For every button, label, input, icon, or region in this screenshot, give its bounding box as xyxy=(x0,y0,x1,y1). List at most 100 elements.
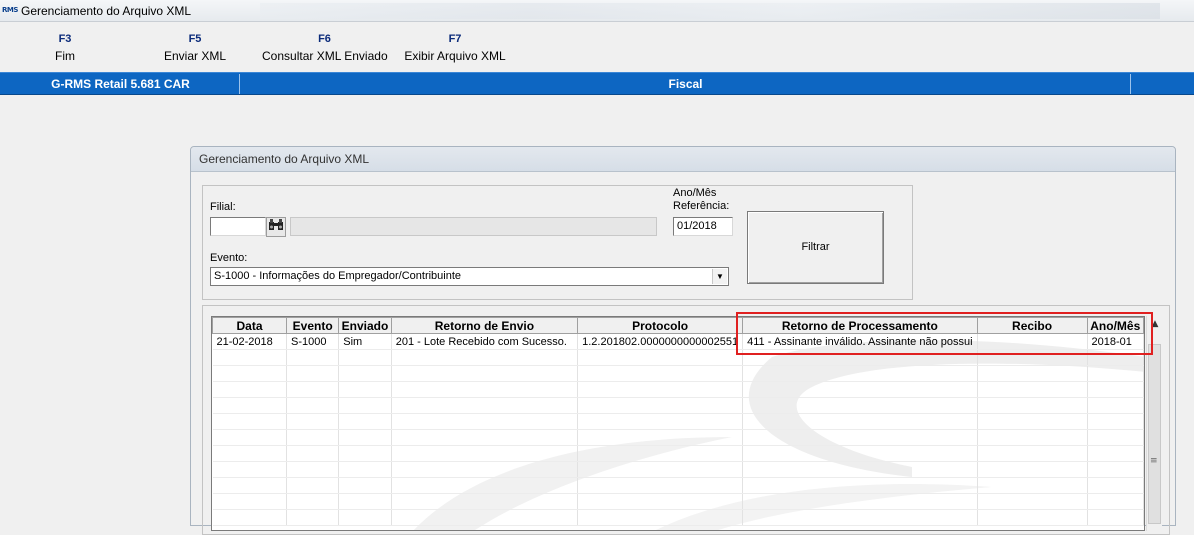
empty-cell xyxy=(577,381,744,398)
empty-cell xyxy=(977,429,1088,446)
empty-cell xyxy=(977,365,1088,382)
empty-cell xyxy=(977,477,1088,494)
empty-cell xyxy=(286,477,340,494)
results-table: Data Evento Enviado Retorno de Envio Pro… xyxy=(212,317,1144,526)
empty-cell xyxy=(577,397,744,414)
fkey-label: Fim xyxy=(55,49,75,63)
empty-cell xyxy=(212,413,288,430)
empty-cell xyxy=(391,509,579,526)
empty-cell xyxy=(338,365,392,382)
xml-management-window: Gerenciamento do Arquivo XML Filial: Ano… xyxy=(190,146,1176,535)
column-header[interactable]: Retorno de Envio xyxy=(390,317,579,334)
cell-protocolo: 1.2.201802.0000000000002551 xyxy=(577,333,744,350)
fkey-enviar-xml-button[interactable]: F5 Enviar XML xyxy=(160,31,230,65)
filial-description-field xyxy=(290,217,657,236)
empty-table-row[interactable] xyxy=(212,477,1144,494)
empty-cell xyxy=(286,413,340,430)
cell-recibo xyxy=(977,333,1088,350)
column-header[interactable]: Data xyxy=(212,317,288,334)
column-header[interactable]: Ano/Mês xyxy=(1086,317,1144,334)
empty-cell xyxy=(391,381,579,398)
empty-cell xyxy=(286,509,340,526)
empty-cell xyxy=(577,493,744,510)
fkey-label: Consultar XML Enviado xyxy=(262,49,388,63)
empty-table-row[interactable] xyxy=(212,461,1144,478)
empty-cell xyxy=(977,349,1088,366)
scrollbar-thumb[interactable] xyxy=(1148,344,1161,524)
cell-retorno-envio: 201 - Lote Recebido com Sucesso. xyxy=(391,333,579,350)
empty-cell xyxy=(286,349,340,366)
empty-cell xyxy=(391,397,579,414)
empty-cell xyxy=(577,365,744,382)
empty-cell xyxy=(286,365,340,382)
empty-cell xyxy=(1087,493,1144,510)
empty-table-row[interactable] xyxy=(212,397,1144,414)
empty-cell xyxy=(391,429,579,446)
results-group: Data Evento Enviado Retorno de Envio Pro… xyxy=(202,305,1170,535)
empty-cell xyxy=(1087,509,1144,526)
cell-retorno-processamento: 411 - Assinante inválido. Assinante não … xyxy=(742,333,978,350)
referencia-label: Referência: xyxy=(673,200,730,212)
empty-cell xyxy=(286,445,340,462)
empty-table-row[interactable] xyxy=(212,349,1144,366)
evento-select[interactable]: S-1000 - Informações do Empregador/Contr… xyxy=(210,267,729,286)
empty-table-row[interactable] xyxy=(212,509,1144,526)
empty-cell xyxy=(338,349,392,366)
fkey-consultar-xml-button[interactable]: F6 Consultar XML Enviado xyxy=(262,31,388,65)
empty-cell xyxy=(577,349,744,366)
empty-cell xyxy=(212,365,288,382)
empty-cell xyxy=(391,349,579,366)
scrollbar-grip-icon: ≡ xyxy=(1150,456,1158,466)
empty-table-row[interactable] xyxy=(212,413,1144,430)
empty-table-row[interactable] xyxy=(212,429,1144,446)
empty-cell xyxy=(212,477,288,494)
empty-table-row[interactable] xyxy=(212,445,1144,462)
filtrar-button[interactable]: Filtrar xyxy=(747,211,884,284)
empty-cell xyxy=(977,445,1088,462)
title-bar: RMS Gerenciamento do Arquivo XML xyxy=(0,0,1194,22)
cell-evento: S-1000 xyxy=(286,333,340,350)
empty-cell xyxy=(977,509,1088,526)
module-name: Fiscal xyxy=(241,74,1131,94)
window-title: Gerenciamento do Arquivo XML xyxy=(21,4,192,18)
empty-cell xyxy=(286,493,340,510)
table-row[interactable]: 21-02-2018 S-1000 Sim 201 - Lote Recebid… xyxy=(212,333,1144,350)
empty-table-row[interactable] xyxy=(212,381,1144,398)
search-binoculars-icon[interactable] xyxy=(266,217,286,237)
fkey-code: F7 xyxy=(448,33,462,45)
fkey-label: Enviar XML xyxy=(163,49,227,63)
chevron-down-icon[interactable]: ▼ xyxy=(712,269,727,284)
scroll-up-arrow-icon[interactable]: ▲ xyxy=(1147,316,1163,332)
empty-cell xyxy=(1087,349,1144,366)
empty-table-row[interactable] xyxy=(212,493,1144,510)
results-grid[interactable]: Data Evento Enviado Retorno de Envio Pro… xyxy=(211,316,1145,531)
column-header[interactable]: Recibo xyxy=(976,317,1088,334)
ano-mes-input[interactable]: 01/2018 xyxy=(673,217,733,236)
column-header[interactable]: Enviado xyxy=(338,317,392,334)
empty-cell xyxy=(338,477,392,494)
empty-cell xyxy=(742,413,978,430)
empty-cell xyxy=(1087,365,1144,382)
window-title-bar: Gerenciamento do Arquivo XML xyxy=(191,147,1175,172)
empty-table-row[interactable] xyxy=(212,365,1144,382)
empty-cell xyxy=(577,413,744,430)
filial-label: Filial: xyxy=(210,201,236,213)
empty-cell xyxy=(338,461,392,478)
column-header[interactable]: Retorno de Processamento xyxy=(742,317,978,334)
empty-cell xyxy=(577,445,744,462)
filial-input[interactable] xyxy=(210,217,266,236)
table-header-row: Data Evento Enviado Retorno de Envio Pro… xyxy=(212,317,1144,334)
empty-cell xyxy=(391,477,579,494)
fkey-fim-button[interactable]: F3 Fim xyxy=(40,31,90,65)
empty-cell xyxy=(212,461,288,478)
column-header[interactable]: Evento xyxy=(286,317,340,334)
empty-cell xyxy=(391,445,579,462)
fkey-code: F3 xyxy=(58,33,72,45)
empty-cell xyxy=(742,397,978,414)
info-bar: G-RMS Retail 5.681 CAR Fiscal xyxy=(0,72,1194,95)
vertical-scrollbar[interactable]: ▲ ≡ xyxy=(1146,316,1162,531)
empty-cell xyxy=(338,413,392,430)
empty-cell xyxy=(1087,461,1144,478)
column-header[interactable]: Protocolo xyxy=(577,317,744,334)
fkey-exibir-arquivo-button[interactable]: F7 Exibir Arquivo XML xyxy=(403,31,507,65)
